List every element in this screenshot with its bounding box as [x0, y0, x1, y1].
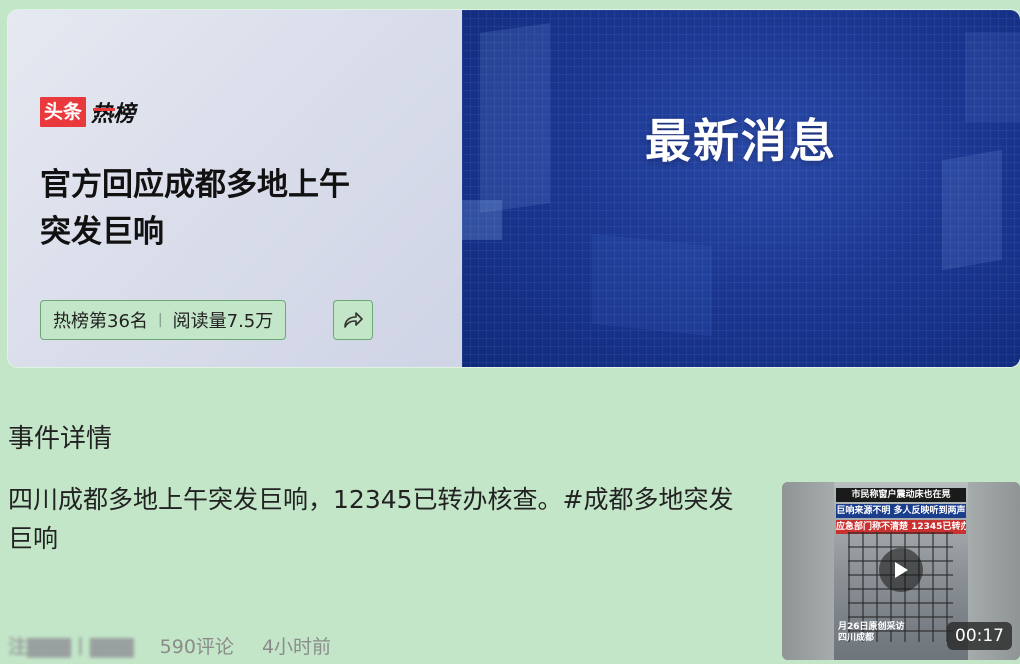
- comment-count[interactable]: 590评论: [160, 632, 234, 659]
- hot-topic-card[interactable]: 头条 热榜 官方回应成都多地上午突发巨响 热榜第36名 | 阅读量7.5万 最新…: [8, 10, 1020, 367]
- play-button[interactable]: [879, 548, 923, 592]
- hot-topic-headline[interactable]: 官方回应成都多地上午突发巨响: [40, 162, 380, 256]
- logo-hot: 热榜: [91, 96, 135, 128]
- hot-topic-stats: 热榜第36名 | 阅读量7.5万: [40, 300, 287, 340]
- share-button[interactable]: [333, 300, 373, 340]
- logo-toutiao: 头条: [40, 97, 87, 127]
- video-banner-1: 市民称窗户震动床也在晃: [836, 488, 966, 502]
- play-icon: [895, 562, 908, 578]
- video-thumbnail[interactable]: 市民称窗户震动床也在晃 巨响来源不明 多人反映听到两声 应急部门称不清楚 123…: [782, 482, 1020, 660]
- banner-decor-panel: [592, 233, 712, 337]
- video-caption-line1: 月26日原创采访: [838, 622, 905, 632]
- rank-label: 热榜第36名: [53, 311, 148, 332]
- banner-decor-panel: [462, 200, 502, 240]
- latest-news-banner: 最新消息: [462, 10, 1020, 367]
- video-blur-side: [782, 482, 834, 660]
- video-banner-2: 巨响来源不明 多人反映听到两声: [836, 504, 966, 518]
- video-caption: 月26日原创采访 四川成都: [838, 622, 905, 644]
- section-title: 事件详情: [8, 424, 113, 454]
- post-text[interactable]: 四川成都多地上午突发巨响，12345已转办核查。#成都多地突发巨响: [8, 480, 748, 558]
- share-icon: [344, 312, 363, 328]
- toutiao-hot-logo: 头条 热榜: [40, 96, 135, 128]
- stats-divider: |: [157, 312, 163, 328]
- hot-topic-info: 头条 热榜 官方回应成都多地上午突发巨响 热榜第36名 | 阅读量7.5万: [8, 10, 462, 367]
- read-count: 阅读量7.5万: [172, 311, 274, 332]
- post-time: 4小时前: [261, 636, 332, 658]
- post-meta: 注▇▇▇丨▇▇▇ 590评论 4小时前: [8, 632, 331, 659]
- author-name[interactable]: 注▇▇▇丨▇▇▇: [8, 632, 134, 659]
- latest-news-title: 最新消息: [645, 114, 837, 168]
- video-duration: 00:17: [947, 622, 1012, 650]
- video-caption-line2: 四川成都: [838, 633, 875, 643]
